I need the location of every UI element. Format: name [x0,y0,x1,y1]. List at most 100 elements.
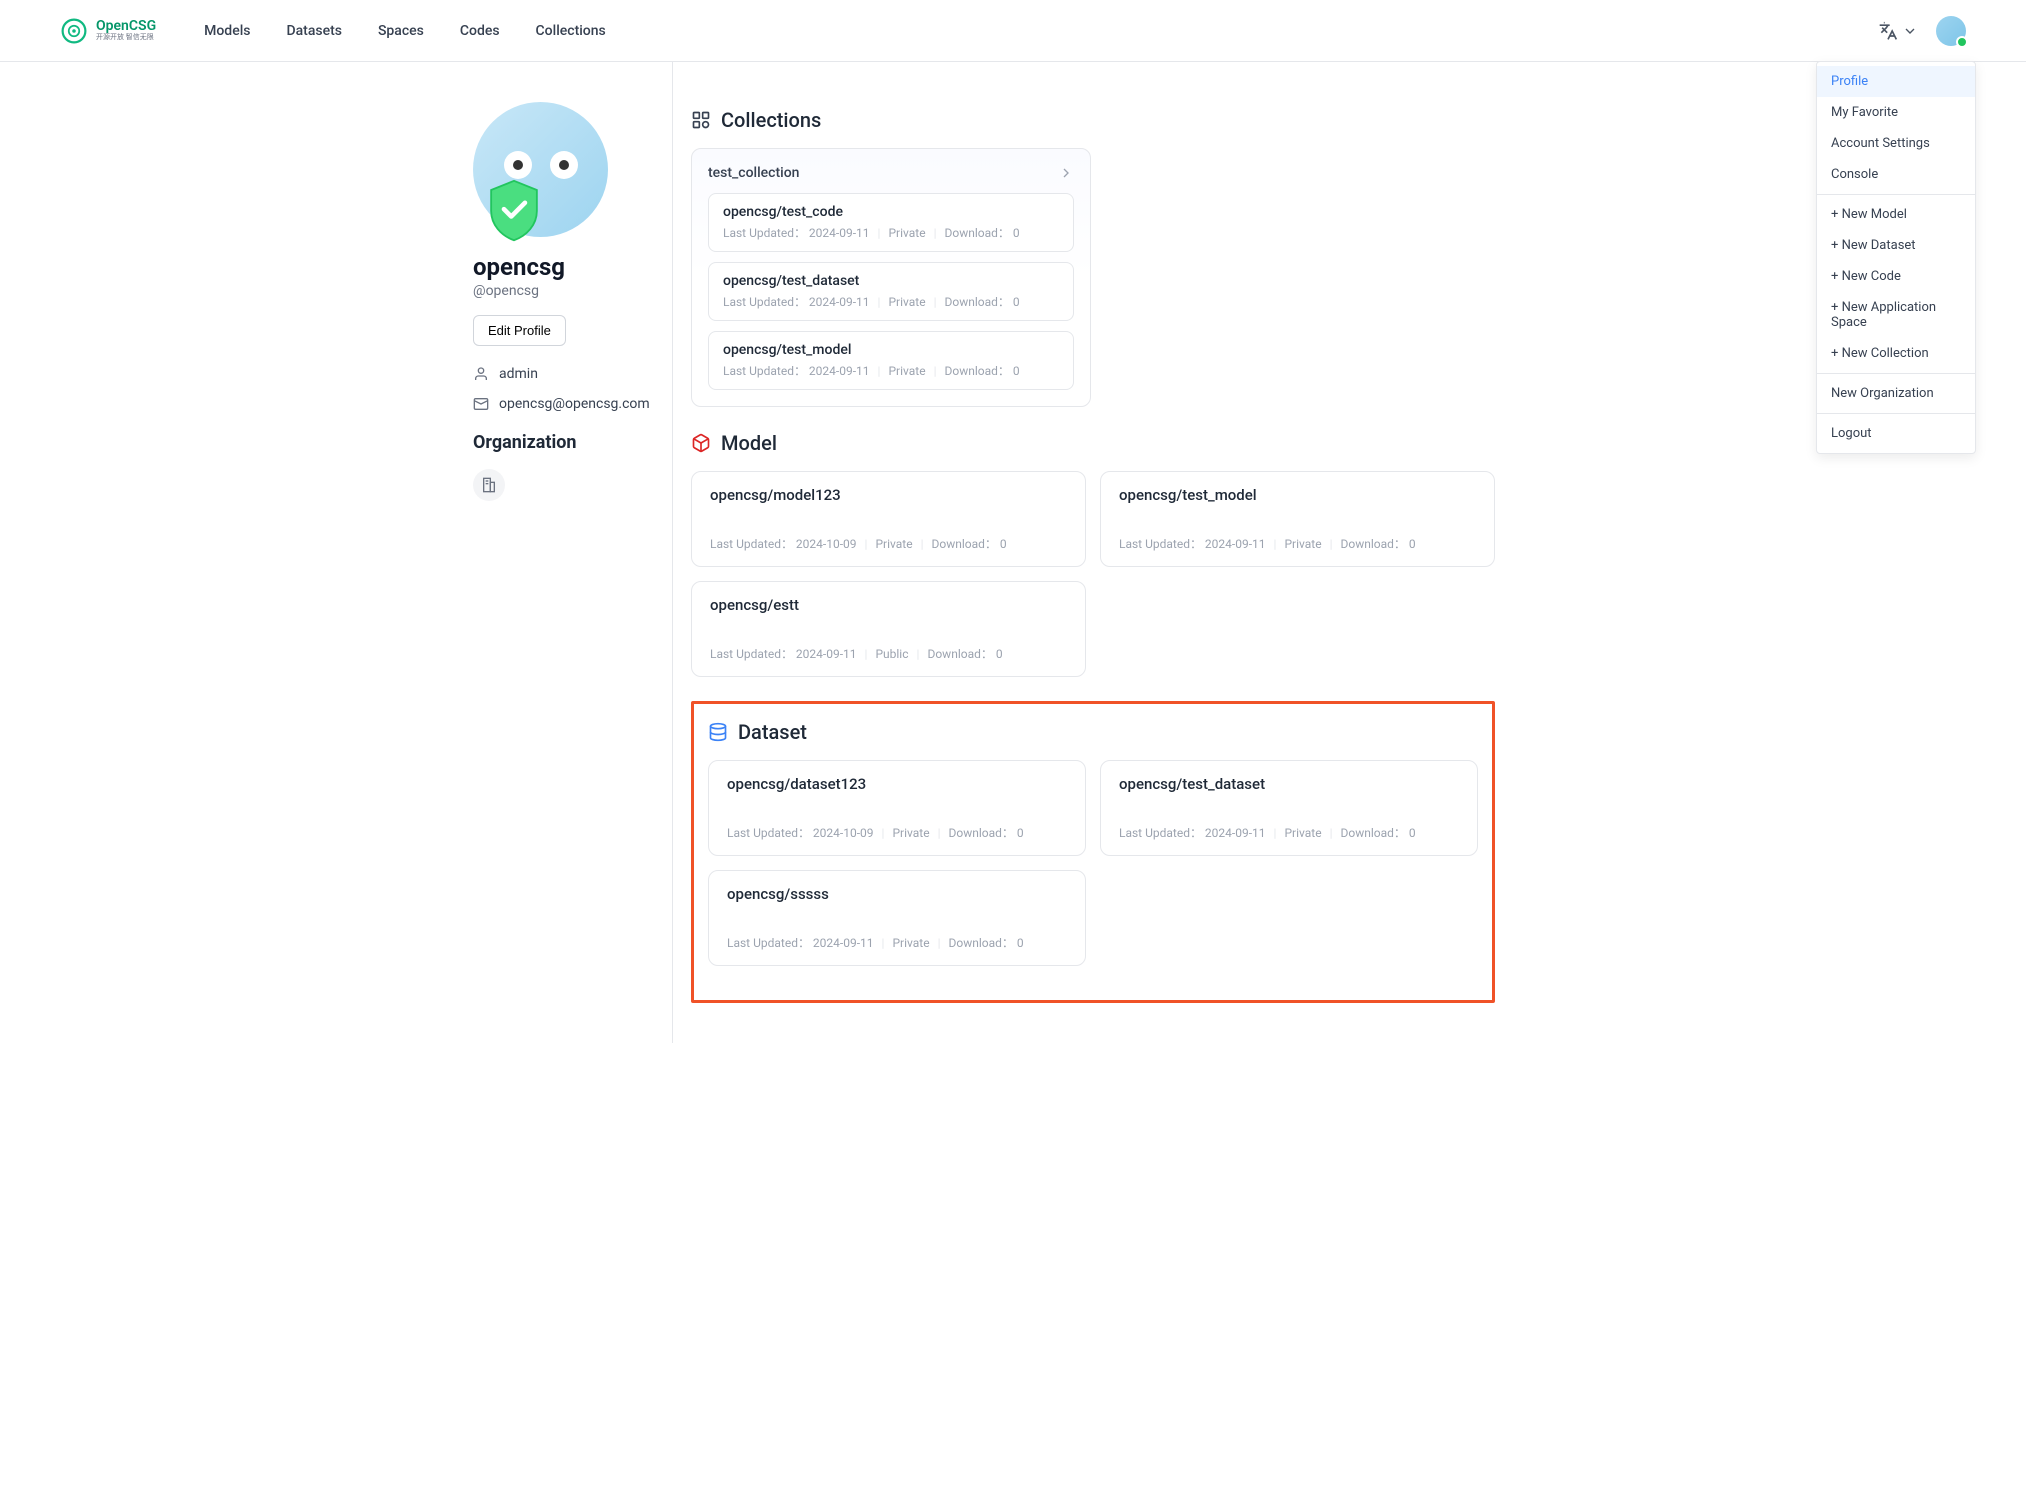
visibility-label: Public [875,647,908,661]
dropdown-new-collection[interactable]: + New Collection [1817,338,1975,369]
model-card-grid: opencsg/model123 Last Updated： 2024-10-0… [691,471,1495,677]
profile-avatar [473,102,608,237]
content: Collections test_collection opencsg/test… [673,62,1513,1043]
dropdown-new-dataset[interactable]: + New Dataset [1817,230,1975,261]
translate-icon [1878,21,1898,41]
dropdown-section-org: New Organization [1817,373,1975,413]
collection-name-row[interactable]: test_collection [708,165,1074,181]
profile-email: opencsg@opencsg.com [473,396,672,412]
nav-datasets[interactable]: Datasets [286,23,341,39]
dataset-card[interactable]: opencsg/dataset123 Last Updated： 2024-10… [708,760,1086,856]
last-updated-label: Last Updated： 2024-09-11 [723,362,870,379]
nav-models[interactable]: Models [204,23,250,39]
sub-item-title: opencsg/test_dataset [723,273,1059,289]
dataset-section-highlighted: Dataset opencsg/dataset123 Last Updated：… [691,701,1495,1003]
header-right: Profile My Favorite Account Settings Con… [1878,16,1966,46]
dropdown-favorite[interactable]: My Favorite [1817,97,1975,128]
dropdown-account-settings[interactable]: Account Settings [1817,128,1975,159]
download-label: Download： 0 [932,535,1007,552]
organization-item[interactable] [473,469,505,501]
card-title: opencsg/dataset123 [727,775,1067,793]
dropdown-section-account: Profile My Favorite Account Settings Con… [1817,62,1975,194]
collections-title: Collections [721,108,821,132]
card-meta: Last Updated： 2024-10-09 | Private | Dow… [727,824,1067,841]
username: opencsg [473,253,672,281]
dropdown-new-org[interactable]: New Organization [1817,378,1975,409]
dropdown-new-space[interactable]: + New Application Space [1817,292,1975,338]
last-updated-label: Last Updated： 2024-09-11 [710,645,857,662]
download-label: Download： 0 [945,362,1020,379]
card-title: opencsg/sssss [727,885,1067,903]
collection-sub-item[interactable]: opencsg/test_code Last Updated： 2024-09-… [708,193,1074,252]
dropdown-section-logout: Logout [1817,413,1975,453]
visibility-label: Private [892,826,929,840]
nav-collections[interactable]: Collections [536,23,606,39]
main-container: opencsg @opencsg Edit Profile admin open… [373,62,1653,1043]
sub-item-title: opencsg/test_code [723,204,1059,220]
visibility-label: Private [892,936,929,950]
collection-group: test_collection opencsg/test_code Last U… [691,148,1091,407]
dataset-card-grid: opencsg/dataset123 Last Updated： 2024-10… [708,760,1478,966]
visibility-label: Private [888,295,925,309]
card-title: opencsg/test_model [1119,486,1476,504]
download-label: Download： 0 [949,824,1024,841]
visibility-label: Private [1284,826,1321,840]
model-card[interactable]: opencsg/test_model Last Updated： 2024-09… [1100,471,1495,567]
card-title: opencsg/test_dataset [1119,775,1459,793]
logo[interactable]: OpenCSG 开源开放 智信无限 [60,17,156,45]
avatar[interactable] [1936,16,1966,46]
email-label: opencsg@opencsg.com [499,396,650,412]
verified-shield-icon [485,179,543,243]
sidebar: opencsg @opencsg Edit Profile admin open… [373,62,673,1043]
sub-item-title: opencsg/test_model [723,342,1059,358]
dropdown-section-new: + New Model + New Dataset + New Code + N… [1817,194,1975,373]
database-icon [708,722,728,742]
nav-spaces[interactable]: Spaces [378,23,424,39]
download-label: Download： 0 [1341,824,1416,841]
visibility-label: Private [888,226,925,240]
collection-sub-item[interactable]: opencsg/test_model Last Updated： 2024-09… [708,331,1074,390]
dropdown-new-model[interactable]: + New Model [1817,199,1975,230]
user-handle: @opencsg [473,283,672,299]
model-card[interactable]: opencsg/estt Last Updated： 2024-09-11 | … [691,581,1086,677]
building-icon [481,477,497,493]
dataset-card[interactable]: opencsg/test_dataset Last Updated： 2024-… [1100,760,1478,856]
collections-icon [691,110,711,130]
card-meta: Last Updated： 2024-09-11 | Private | Dow… [1119,535,1476,552]
nav-codes[interactable]: Codes [460,23,500,39]
dataset-card[interactable]: opencsg/sssss Last Updated： 2024-09-11 |… [708,870,1086,966]
last-updated-label: Last Updated： 2024-09-11 [727,934,874,951]
card-title: opencsg/estt [710,596,1067,614]
download-label: Download： 0 [945,293,1020,310]
role-label: admin [499,366,538,382]
dropdown-logout[interactable]: Logout [1817,418,1975,449]
logo-sub: 开源开放 智信无限 [96,34,156,42]
mail-icon [473,396,489,412]
edit-profile-button[interactable]: Edit Profile [473,315,566,346]
card-meta: Last Updated： 2024-09-11 | Private | Dow… [727,934,1067,951]
dataset-title: Dataset [738,720,807,744]
profile-role: admin [473,366,672,382]
card-meta: Last Updated： 2024-10-09 | Private | Dow… [710,535,1067,552]
header: OpenCSG 开源开放 智信无限 Models Datasets Spaces… [0,0,2026,62]
collections-header: Collections [691,108,1495,132]
sub-item-meta: Last Updated： 2024-09-11 | Private | Dow… [723,362,1059,379]
model-card[interactable]: opencsg/model123 Last Updated： 2024-10-0… [691,471,1086,567]
last-updated-label: Last Updated： 2024-10-09 [710,535,857,552]
card-meta: Last Updated： 2024-09-11 | Private | Dow… [1119,824,1459,841]
dropdown-console[interactable]: Console [1817,159,1975,190]
dropdown-new-code[interactable]: + New Code [1817,261,1975,292]
collection-sub-item[interactable]: opencsg/test_dataset Last Updated： 2024-… [708,262,1074,321]
visibility-label: Private [1284,537,1321,551]
dropdown-profile[interactable]: Profile [1817,66,1975,97]
organization-title: Organization [473,432,672,453]
logo-text: OpenCSG 开源开放 智信无限 [96,19,156,42]
last-updated-label: Last Updated： 2024-09-11 [1119,535,1266,552]
card-title: opencsg/model123 [710,486,1067,504]
last-updated-label: Last Updated： 2024-09-11 [723,224,870,241]
chevron-down-icon [1902,23,1918,39]
header-left: OpenCSG 开源开放 智信无限 Models Datasets Spaces… [60,17,606,45]
download-label: Download： 0 [945,224,1020,241]
language-selector[interactable] [1878,21,1918,41]
visibility-label: Private [875,537,912,551]
